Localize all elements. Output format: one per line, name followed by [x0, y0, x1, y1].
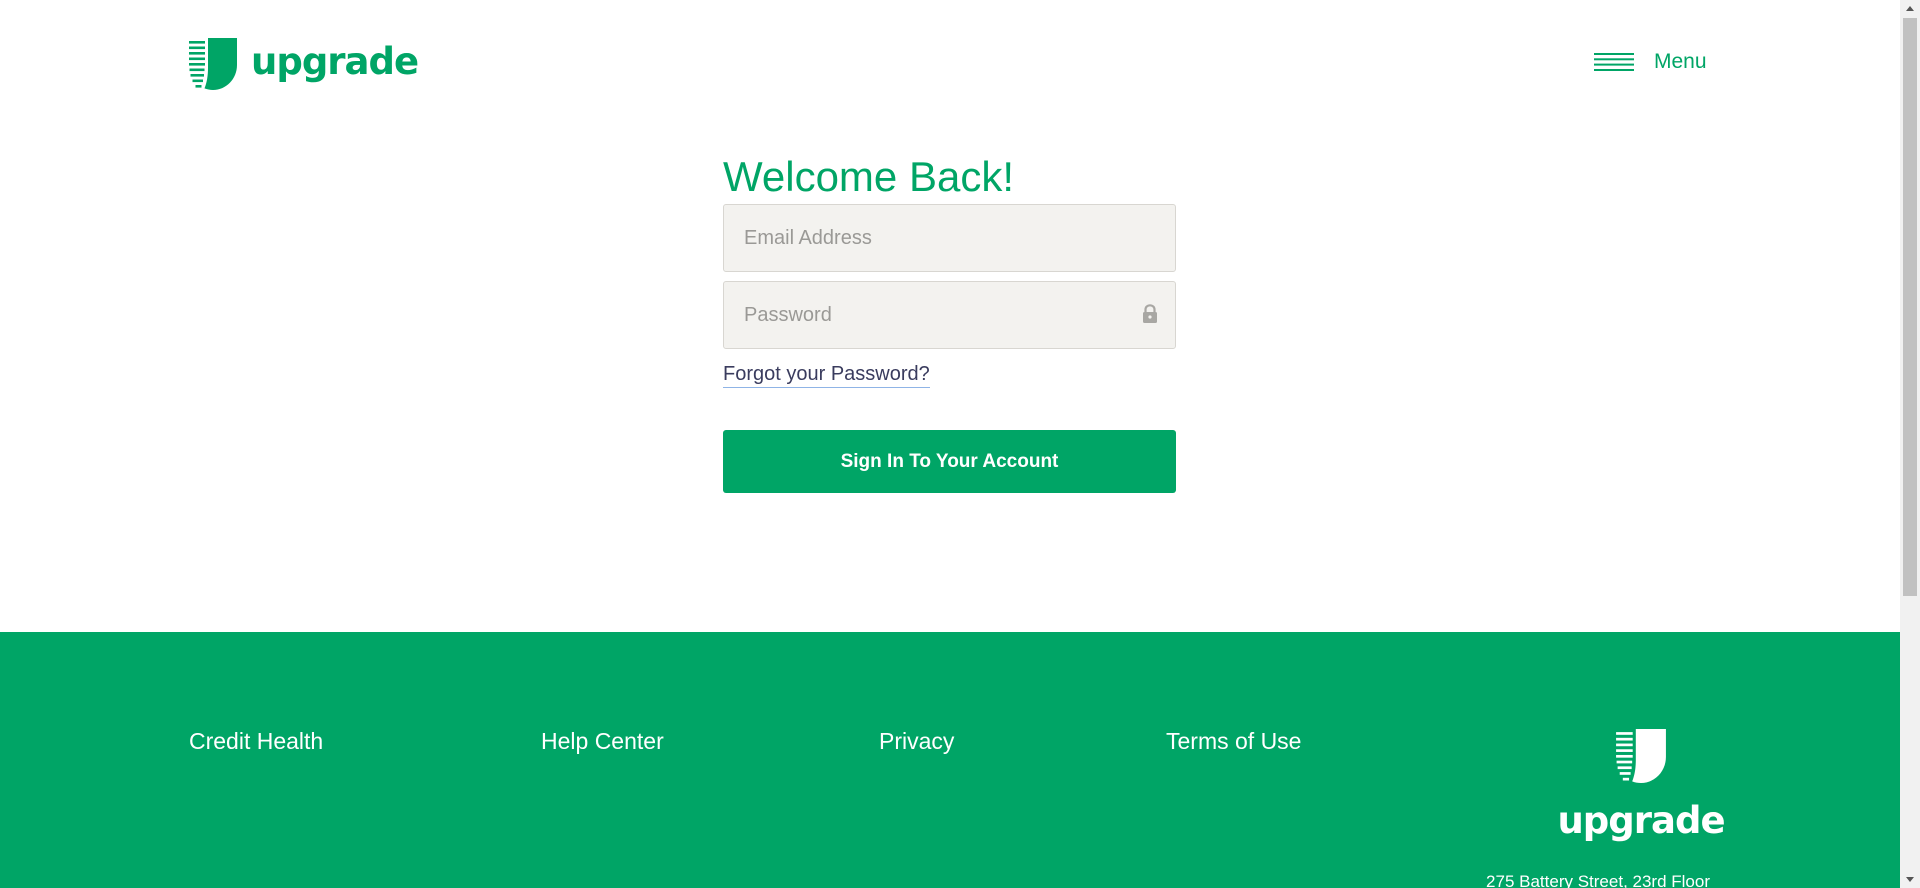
lock-icon: [1142, 304, 1158, 326]
upgrade-logo-link[interactable]: upgrade: [189, 38, 419, 90]
footer-logo[interactable]: upgrade: [1557, 729, 1726, 839]
vertical-scrollbar[interactable]: [1900, 0, 1920, 888]
upgrade-logo-icon: [1615, 729, 1667, 788]
scroll-up-arrow-icon[interactable]: [1900, 0, 1920, 17]
footer-link-privacy[interactable]: Privacy: [879, 728, 954, 755]
forgot-password-link[interactable]: Forgot your Password?: [723, 363, 930, 388]
footer-link-credit-health[interactable]: Credit Health: [189, 728, 323, 755]
logo-wordmark: upgrade: [251, 39, 419, 83]
footer-address: 275 Battery Street, 23rd Floor: [1486, 872, 1710, 888]
hamburger-icon: [1594, 53, 1634, 71]
site-header: upgrade Menu: [0, 0, 1900, 130]
scrollbar-thumb[interactable]: [1903, 18, 1917, 596]
login-form: Welcome Back! Forgot your Password? Sign…: [723, 150, 1176, 493]
page: upgrade Menu Welcome Back! Email Address…: [0, 0, 1900, 888]
menu-label: Menu: [1654, 50, 1707, 73]
email-field-wrapper: [723, 204, 1176, 272]
upgrade-logo-icon: [189, 38, 237, 90]
password-field-wrapper: [723, 281, 1176, 349]
scroll-down-arrow-icon[interactable]: [1900, 871, 1920, 888]
footer-link-help-center[interactable]: Help Center: [541, 728, 664, 755]
footer-logo-wordmark: upgrade: [1557, 799, 1725, 842]
page-title: Welcome Back!: [723, 153, 1014, 200]
sign-in-button[interactable]: Sign In To Your Account: [723, 430, 1176, 493]
email-input[interactable]: [724, 205, 1175, 271]
site-footer: Credit Health Help Center Privacy Terms …: [0, 632, 1900, 888]
password-input[interactable]: [724, 282, 1175, 348]
footer-link-terms-of-use[interactable]: Terms of Use: [1166, 728, 1301, 755]
menu-button[interactable]: Menu: [1594, 50, 1707, 74]
